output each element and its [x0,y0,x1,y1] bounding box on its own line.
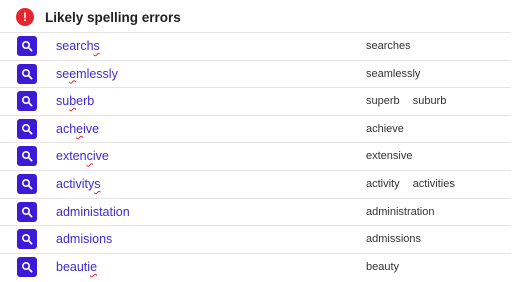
search-button[interactable] [17,201,37,222]
search-button[interactable] [17,146,37,167]
suggestion-link[interactable]: superb [366,95,400,107]
word-error-highlight: s [93,39,100,53]
search-button[interactable] [17,63,37,84]
suggestion-link[interactable]: suburb [413,95,447,107]
search-button[interactable] [17,256,37,277]
misspelled-word[interactable]: beautie [56,260,97,274]
search-icon [21,178,33,190]
panel-title: Likely spelling errors [45,9,181,25]
suggestion-link[interactable]: activities [413,178,455,190]
spelling-errors-list: searchs searches seemlessly seamlessly s… [0,32,511,280]
search-icon [21,40,33,52]
word-part: su [56,94,70,109]
suggestions: beauty [366,261,409,273]
suggestions: administration [366,206,444,218]
word-error-highlight: e [90,259,98,274]
word-part: administation [56,204,130,219]
search-icon [21,123,33,135]
suggestion-link[interactable]: extensive [366,150,412,162]
word-part: erb [76,94,95,109]
suggestion-link[interactable]: administration [366,206,434,218]
suggestions: superb suburb [366,95,456,107]
exclamation-icon: ! [16,8,34,26]
misspelled-word[interactable]: extencive [56,149,109,163]
suggestion-link[interactable]: activity [366,178,400,190]
list-item: administation administration [0,197,511,226]
word-part: ach [56,121,77,136]
suggestions: admissions [366,233,431,245]
misspelled-word[interactable]: searchs [56,39,100,53]
word-part: search [56,39,94,53]
suggestion-link[interactable]: beauty [366,261,399,273]
list-item: extencive extensive [0,142,511,170]
list-item: activitys activity activities [0,169,511,198]
search-button[interactable] [17,36,37,56]
search-icon [21,151,33,162]
suggestion-link[interactable]: seamlessly [366,68,420,80]
word-part: ive [92,149,109,164]
word-part: beauti [56,259,91,274]
search-icon [21,96,33,107]
search-icon [21,68,33,80]
list-item: admisions admissions [0,225,511,253]
suggestions: activity activities [366,178,465,190]
list-item: beautie beauty [0,252,511,281]
suggestions: searches [366,40,421,52]
list-item: seemlessly seamlessly [0,59,511,88]
suggestions: extensive [366,150,422,162]
misspelled-word[interactable]: acheive [56,122,99,136]
suggestion-link[interactable]: admissions [366,233,421,245]
panel-header: ! Likely spelling errors [16,6,181,28]
spelling-errors-panel: ! Likely spelling errors searchs searche… [0,0,525,282]
search-icon [21,261,33,273]
suggestion-link[interactable]: achieve [366,123,404,135]
suggestions: achieve [366,123,414,135]
misspelled-word[interactable]: admisions [56,232,112,246]
word-part: admisions [56,232,113,247]
word-part: exten [56,149,87,164]
suggestions: seamlessly [366,68,430,80]
misspelled-word[interactable]: administation [56,205,130,219]
word-part: se [56,66,70,81]
suggestion-link[interactable]: searches [366,40,411,52]
word-part: ive [83,121,100,136]
misspelled-word[interactable]: seemlessly [56,67,118,81]
list-item: acheive achieve [0,114,511,143]
word-error-highlight: s [94,176,101,191]
list-item: searchs searches [0,32,511,60]
word-part: activity [56,176,95,191]
search-button[interactable] [17,91,37,112]
word-part: mlessly [76,66,118,81]
misspelled-word[interactable]: suberb [56,94,94,108]
list-item: suberb superb suburb [0,87,511,115]
search-button[interactable] [17,173,37,194]
search-button[interactable] [17,118,37,139]
search-button[interactable] [17,229,37,250]
misspelled-word[interactable]: activitys [56,177,100,191]
search-icon [21,206,33,218]
search-icon [21,234,33,245]
